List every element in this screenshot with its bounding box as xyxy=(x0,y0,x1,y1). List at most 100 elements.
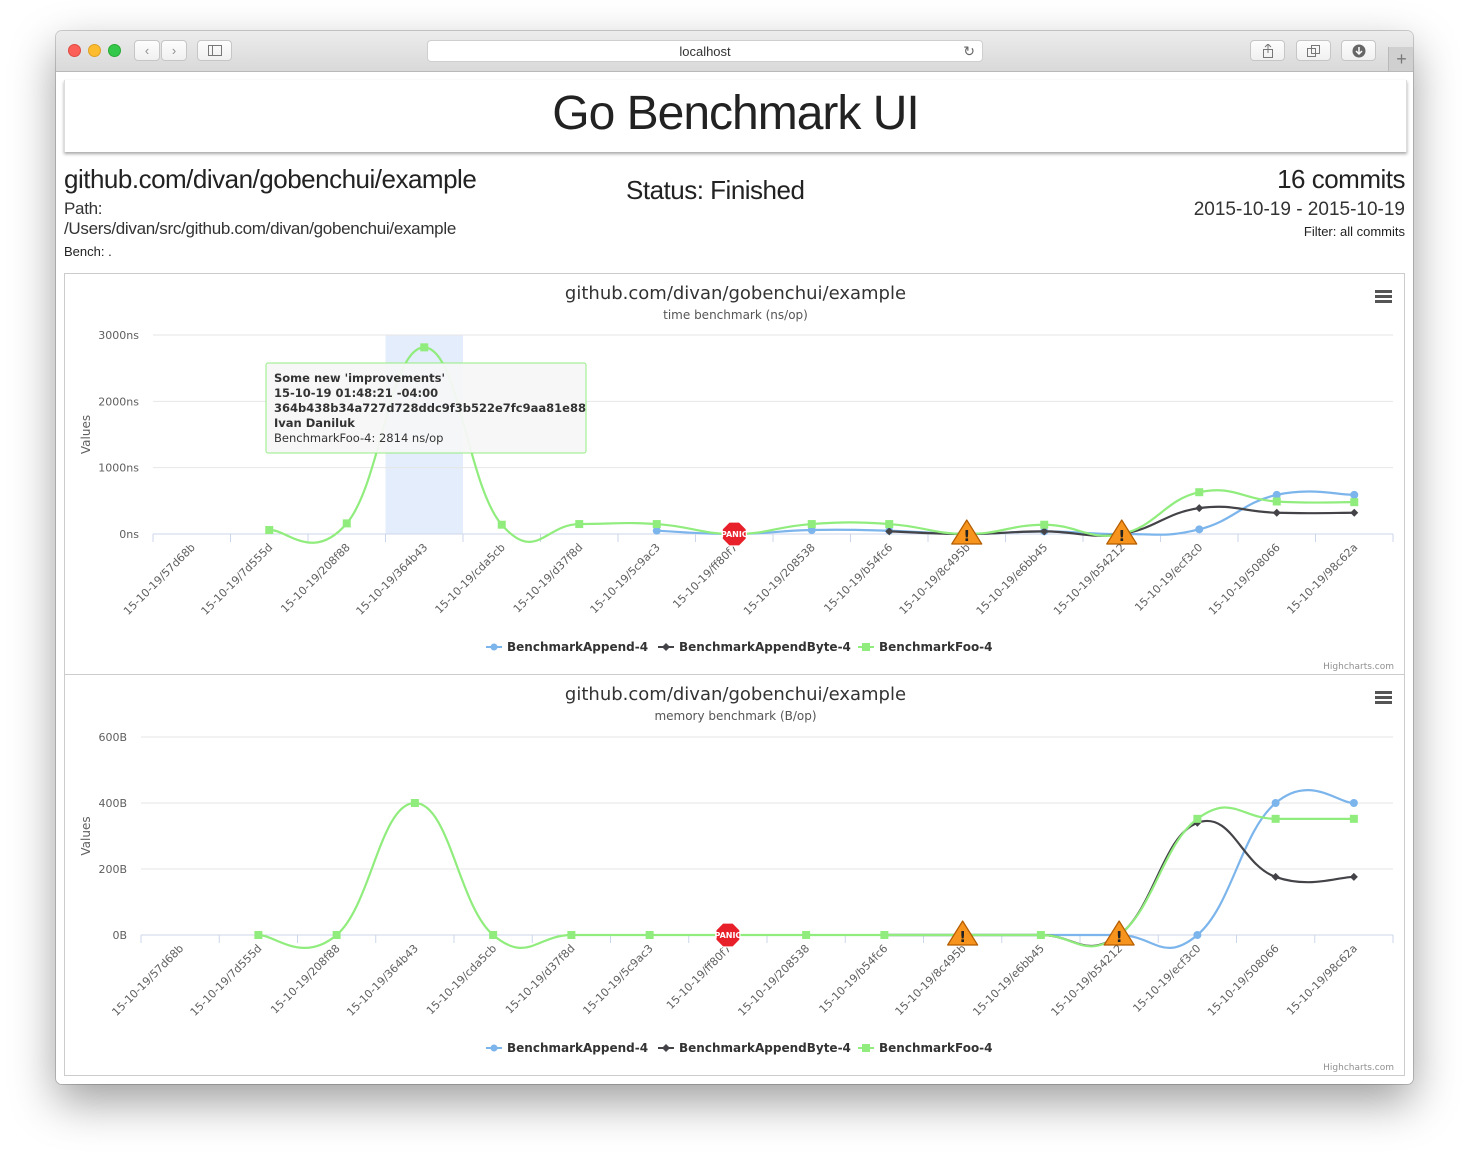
data-point[interactable] xyxy=(880,931,889,939)
filter-info: Filter: all commits xyxy=(1303,224,1405,239)
legend-item-appendbyte[interactable]: BenchmarkAppendByte-4 xyxy=(658,1041,851,1055)
minimize-window-button[interactable] xyxy=(88,44,101,57)
legend-symbol xyxy=(490,643,498,651)
x-tick-label: 15-10-19/ff80f7 xyxy=(670,541,740,611)
data-point[interactable] xyxy=(645,931,654,939)
data-point[interactable] xyxy=(410,799,419,807)
downloads-button[interactable] xyxy=(1341,40,1376,61)
chart-subtitle: memory benchmark (B/op) xyxy=(654,709,816,723)
path-value: /Users/divan/src/github.com/divan/gobenc… xyxy=(64,219,456,238)
data-point[interactable] xyxy=(1193,931,1202,939)
credits-link: Highcharts.com xyxy=(1323,662,1394,672)
data-point[interactable] xyxy=(807,520,816,529)
data-point[interactable] xyxy=(1349,814,1358,823)
x-tick-label: 15-10-19/208f88 xyxy=(278,541,353,616)
date-range: 2015-10-19 - 2015-10-19 xyxy=(1193,199,1405,220)
data-point[interactable] xyxy=(1350,498,1359,507)
address-bar[interactable]: localhost ↻ xyxy=(427,40,983,62)
data-point[interactable] xyxy=(489,931,498,939)
forward-button[interactable]: › xyxy=(161,40,187,61)
credits-link: Highcharts.com xyxy=(1323,1063,1394,1073)
data-point[interactable] xyxy=(1350,490,1359,499)
data-point[interactable] xyxy=(1272,497,1281,506)
data-point[interactable] xyxy=(1350,508,1359,517)
legend-item-foo[interactable]: BenchmarkFoo-4 xyxy=(858,1041,993,1055)
close-window-button[interactable] xyxy=(68,44,81,57)
y-tick-label: 3000ns xyxy=(98,329,139,342)
x-tick-label: 15-10-19/ff80f7 xyxy=(664,942,734,1012)
data-point[interactable] xyxy=(497,520,506,529)
hamburger-menu-icon[interactable] xyxy=(1375,290,1392,303)
menu-line xyxy=(1375,300,1392,303)
package-name: github.com/divan/gobenchui/example xyxy=(64,164,477,194)
page-header: Go Benchmark UI xyxy=(64,80,1407,152)
zoom-window-button[interactable] xyxy=(108,44,121,57)
x-tick-label: 15-10-19/5c9ac3 xyxy=(588,541,663,616)
warning-label: ! xyxy=(963,527,970,545)
x-tick-label: 15-10-19/508066 xyxy=(1205,942,1282,1019)
share-button[interactable] xyxy=(1250,40,1285,61)
data-point[interactable] xyxy=(575,520,584,529)
data-point[interactable] xyxy=(254,931,263,939)
panic-stop-icon: PANIC xyxy=(721,521,748,547)
data-point[interactable] xyxy=(1193,814,1202,823)
tooltip-line: 364b438b34a727d728ddc9f3b522e7fc9aa81e88 xyxy=(274,401,586,415)
y-tick-label: 1000ns xyxy=(98,462,139,475)
browser-toolbar: ‹ › localhost ↻ + xyxy=(56,31,1413,72)
data-point[interactable] xyxy=(1271,872,1280,881)
data-point[interactable] xyxy=(567,931,576,939)
x-tick-label: 15-10-19/ecf3c0 xyxy=(1130,942,1203,1015)
data-point[interactable] xyxy=(1195,504,1204,513)
tooltip-line: 15-10-19 01:48:21 -04:00 xyxy=(274,386,438,400)
menu-line xyxy=(1375,295,1392,298)
x-tick-label: 15-10-19/364b43 xyxy=(344,942,421,1019)
chart-subtitle: time benchmark (ns/op) xyxy=(663,308,808,322)
tabs-overview-button[interactable] xyxy=(1296,40,1331,61)
data-point[interactable] xyxy=(1271,799,1280,807)
app-title: Go Benchmark UI xyxy=(552,87,919,140)
data-point[interactable] xyxy=(332,931,341,939)
y-tick-label: 400B xyxy=(98,797,127,810)
legend-item-append[interactable]: BenchmarkAppend-4 xyxy=(486,640,648,654)
chart-legend: BenchmarkAppend-4 BenchmarkAppendByte-4 Be… xyxy=(486,1041,993,1055)
data-point[interactable] xyxy=(265,526,274,535)
x-tick-label: 15-10-19/ecf3c0 xyxy=(1132,541,1205,614)
status-text: Status: Finished xyxy=(626,175,805,205)
x-tick-label: 15-10-19/208538 xyxy=(741,541,818,618)
browser-window: ‹ › localhost ↻ + Go Benchmark UI github… xyxy=(56,31,1413,1084)
data-point[interactable] xyxy=(1271,814,1280,823)
bench-info: Bench: . xyxy=(64,244,112,259)
y-tick-label: 0ns xyxy=(119,528,139,541)
x-tick-label: 15-10-19/b54212 xyxy=(1048,942,1125,1019)
x-tick-label: 15-10-19/57d68b xyxy=(109,942,186,1019)
data-point[interactable] xyxy=(1272,508,1281,517)
tabs-icon xyxy=(1307,44,1320,57)
warning-label: ! xyxy=(959,928,966,946)
data-point[interactable] xyxy=(1349,872,1358,881)
data-point[interactable] xyxy=(1040,520,1049,529)
data-point[interactable] xyxy=(802,931,811,939)
data-point[interactable] xyxy=(1195,488,1204,497)
data-point[interactable] xyxy=(1349,799,1358,807)
menu-line xyxy=(1375,696,1392,699)
x-tick-label: 15-10-19/5c9ac3 xyxy=(580,942,655,1017)
data-point[interactable] xyxy=(885,520,894,529)
reload-icon[interactable]: ↻ xyxy=(963,43,975,60)
new-tab-button[interactable]: + xyxy=(1388,47,1413,71)
hamburger-menu-icon[interactable] xyxy=(1375,691,1392,704)
legend-item-foo[interactable]: BenchmarkFoo-4 xyxy=(858,640,993,654)
menu-line xyxy=(1375,701,1392,704)
series-line xyxy=(258,801,1354,949)
back-button[interactable]: ‹ xyxy=(134,40,160,61)
sidebar-toggle-button[interactable] xyxy=(197,40,232,61)
legend-symbol xyxy=(862,643,870,651)
y-tick-label: 600B xyxy=(98,731,127,744)
data-point[interactable] xyxy=(420,343,429,352)
legend-item-appendbyte[interactable]: BenchmarkAppendByte-4 xyxy=(658,640,851,654)
legend-item-append[interactable]: BenchmarkAppend-4 xyxy=(486,1041,648,1055)
tooltip-line: BenchmarkFoo-4: 2814 ns/op xyxy=(274,431,443,445)
data-point[interactable] xyxy=(652,520,661,529)
data-point[interactable] xyxy=(1195,525,1204,534)
data-point[interactable] xyxy=(342,519,351,528)
data-point[interactable] xyxy=(1036,931,1045,939)
